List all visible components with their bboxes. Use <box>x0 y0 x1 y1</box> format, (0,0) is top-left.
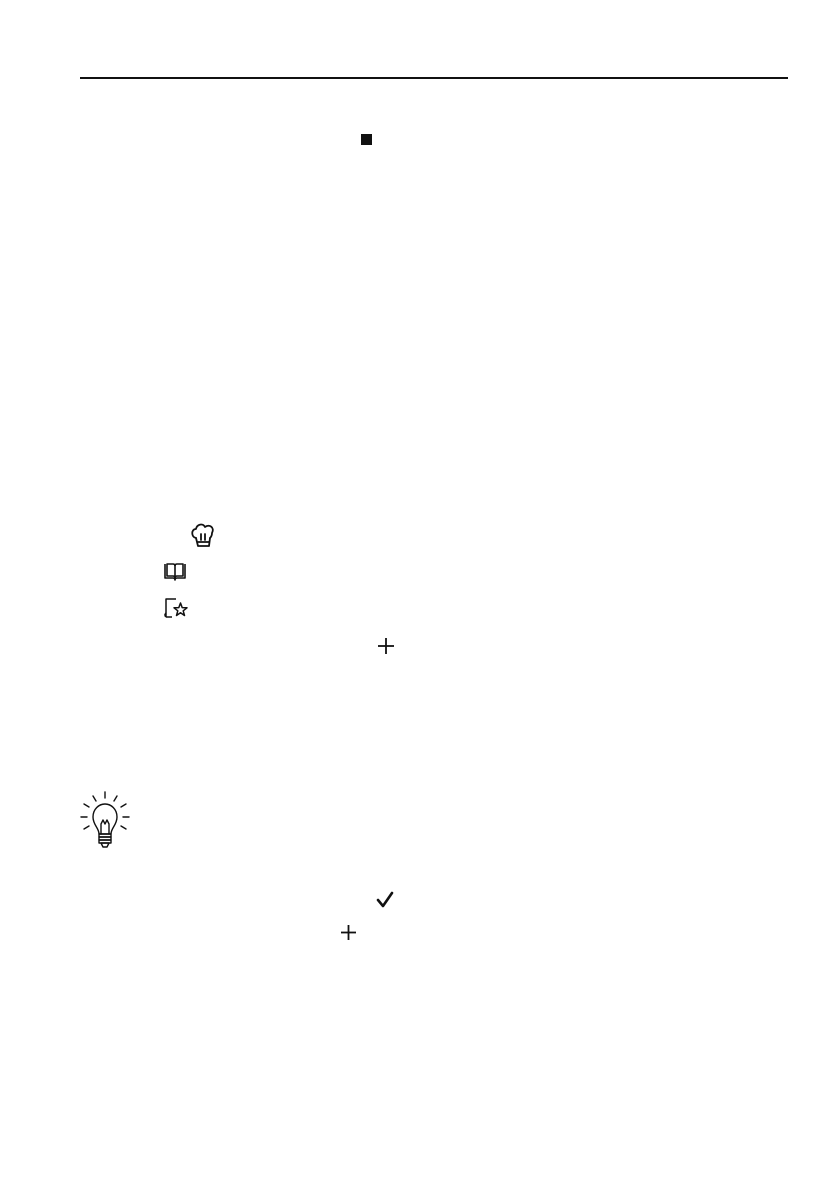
favourites-star-icon <box>163 597 189 619</box>
stop-square-icon <box>361 134 372 145</box>
plus-icon <box>377 637 395 655</box>
header-rule <box>80 77 788 79</box>
chef-hat-icon <box>190 523 216 548</box>
lightbulb-icon <box>79 790 131 854</box>
plus-icon <box>340 924 357 941</box>
recipe-book-icon <box>163 562 187 582</box>
checkmark-icon <box>375 891 395 909</box>
